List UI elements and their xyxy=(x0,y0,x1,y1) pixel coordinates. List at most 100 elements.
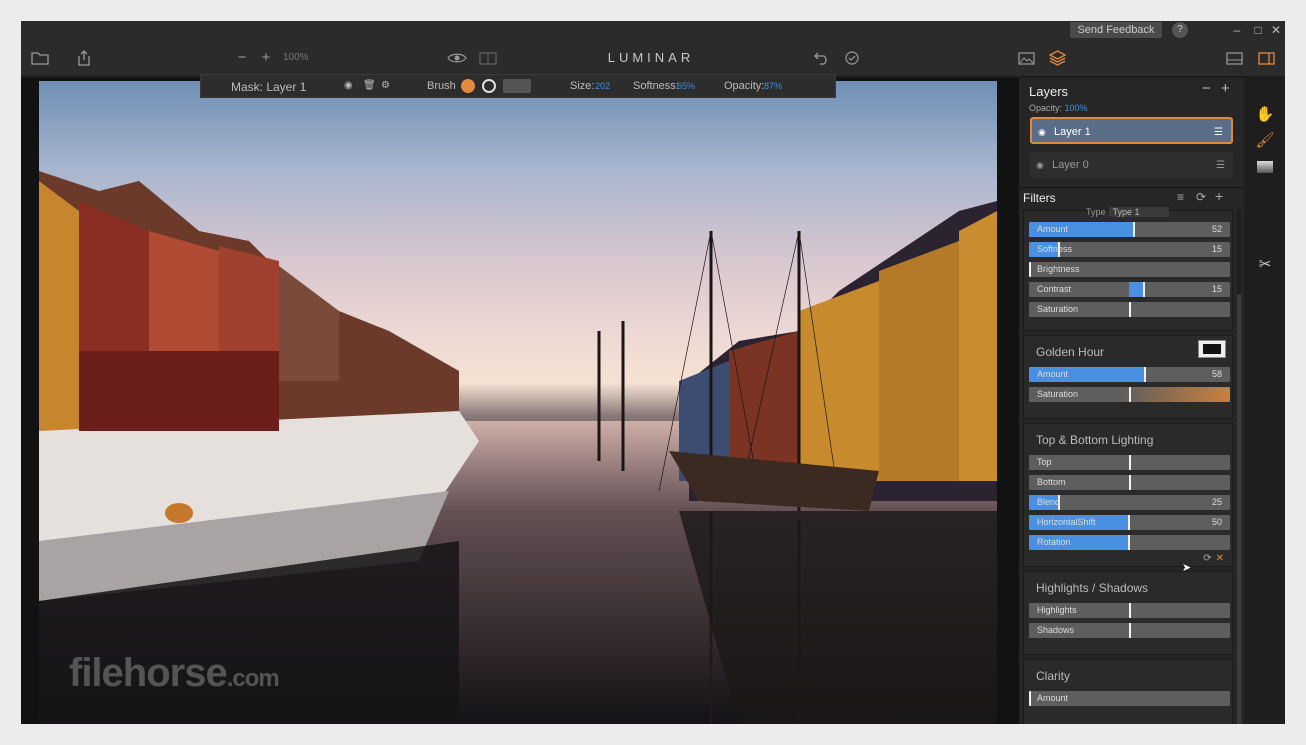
mask-toolbar: Mask: Layer 1 ◉ 🗑 ⚙ Brush Size: 202 Soft… xyxy=(200,74,836,98)
card-title: Clarity xyxy=(1036,669,1071,683)
card-title: Top & Bottom Lighting xyxy=(1036,433,1154,447)
filters-scrollbar[interactable] xyxy=(1237,210,1241,724)
slider-saturation[interactable]: Saturation xyxy=(1029,387,1230,402)
brush-toggle[interactable] xyxy=(503,79,531,93)
filter-card-golden-hour: Golden Hour Amount 58 Saturation xyxy=(1023,335,1233,419)
undo-icon[interactable] xyxy=(811,39,833,77)
zoom-out-button[interactable]: − xyxy=(233,39,251,77)
layer-item-layer-1[interactable]: ◉ Layer 1 ☰ xyxy=(1030,117,1233,144)
eye-icon[interactable]: ◉ xyxy=(1038,119,1046,146)
opacity-value[interactable]: 87% xyxy=(764,81,782,91)
help-button[interactable]: ? xyxy=(1172,22,1188,38)
layer-name: Layer 1 xyxy=(1054,126,1091,138)
eye-icon[interactable]: ◉ xyxy=(1036,152,1044,179)
refresh-icon[interactable]: ⟳ xyxy=(1196,190,1206,204)
type-label: Type xyxy=(1086,207,1106,217)
close-button[interactable]: ✕ xyxy=(1267,21,1285,39)
layers-title: Layers xyxy=(1029,84,1069,99)
softness-label: Softness: xyxy=(633,80,679,92)
maximize-button[interactable]: □ xyxy=(1249,21,1267,39)
filter-card-1: Type Type 1 Amount 52 Softness 15 Brightnes… xyxy=(1023,207,1233,331)
layer-opacity-label: Opacity: xyxy=(1029,103,1063,113)
slider-brightness[interactable]: Brightness xyxy=(1029,262,1230,277)
layers-section: Layers − + Opacity: 100% ◉ Layer 1 ☰ ◉ L… xyxy=(1019,78,1244,188)
compare-icon[interactable] xyxy=(477,39,499,77)
layer-opacity[interactable]: Opacity: 100% xyxy=(1029,103,1088,113)
slider-top[interactable]: Top xyxy=(1029,455,1230,470)
watermark-text: filehorse xyxy=(69,651,228,695)
adjust-icon[interactable]: ☰ xyxy=(1214,119,1223,146)
remove-filter-icon[interactable]: ✕ xyxy=(1216,553,1224,564)
luminar-window: Send Feedback ? – □ ✕ − + 100% LUMINAR f… xyxy=(21,21,1285,724)
share-icon[interactable] xyxy=(73,39,95,77)
opacity-label: Opacity: xyxy=(724,80,765,92)
zoom-level[interactable]: 100% xyxy=(283,39,309,77)
adjust-icon[interactable]: ☰ xyxy=(1216,152,1225,179)
slider-bottom[interactable]: Bottom xyxy=(1029,475,1230,490)
reset-filter-icon[interactable]: ⟳ xyxy=(1203,553,1211,564)
app-logo: LUMINAR xyxy=(607,50,695,65)
slider-amount[interactable]: Amount 58 xyxy=(1029,367,1230,382)
slider-highlights[interactable]: Highlights xyxy=(1029,603,1230,618)
slider-softness[interactable]: Softness 15 xyxy=(1029,242,1230,257)
card-title: Golden Hour xyxy=(1036,345,1105,359)
folder-icon[interactable] xyxy=(29,39,51,77)
golden-hour-thumbnail-icon[interactable] xyxy=(1198,340,1226,358)
filter-card-clarity: Clarity Amount xyxy=(1023,659,1233,724)
hand-icon[interactable]: ✋ xyxy=(1254,104,1276,126)
type-row[interactable]: Type Type 1 xyxy=(1086,207,1169,217)
remove-layer-button[interactable]: − xyxy=(1202,80,1211,97)
image-canvas[interactable]: filehorse.com Mask: Layer 1 ◉ 🗑 ⚙ Brush … xyxy=(21,74,1018,724)
slider-contrast[interactable]: Contrast 15 xyxy=(1029,282,1230,297)
paint-brush-mode-button[interactable] xyxy=(461,79,475,93)
photo[interactable]: filehorse.com xyxy=(39,81,997,724)
slider-rotation[interactable]: Rotation xyxy=(1029,535,1230,550)
layer-name: Layer 0 xyxy=(1052,159,1089,171)
main-toolbar: − + 100% LUMINAR xyxy=(21,39,1285,77)
image-icon[interactable] xyxy=(1015,39,1037,77)
layer-item-layer-0[interactable]: ◉ Layer 0 ☰ xyxy=(1030,152,1233,179)
brush-icon[interactable]: 🖌 xyxy=(1254,130,1276,152)
add-layer-button[interactable]: + xyxy=(1221,80,1230,97)
slider-amount[interactable]: Amount xyxy=(1029,691,1230,706)
card-title: Highlights / Shadows xyxy=(1036,581,1149,595)
zoom-in-button[interactable]: + xyxy=(257,39,275,77)
size-value[interactable]: 202 xyxy=(595,81,610,91)
slider-horizontal-shift[interactable]: HorizontalShift 50 xyxy=(1029,515,1230,530)
slider-shadows[interactable]: Shadows xyxy=(1029,623,1230,638)
size-label: Size: xyxy=(570,80,595,92)
slider-saturation[interactable]: Saturation xyxy=(1029,302,1230,317)
eye-icon[interactable] xyxy=(445,39,469,77)
panel-icon[interactable] xyxy=(1255,39,1277,77)
layers-icon[interactable] xyxy=(1046,39,1068,77)
slider-amount[interactable]: Amount 52 xyxy=(1029,222,1230,237)
filter-card-top-bottom-lighting: Top & Bottom Lighting Top Bottom Blend 25… xyxy=(1023,423,1233,574)
right-panel: Layers − + Opacity: 100% ◉ Layer 1 ☰ ◉ L… xyxy=(1018,78,1244,724)
send-feedback-button[interactable]: Send Feedback xyxy=(1070,22,1162,38)
erase-brush-mode-button[interactable] xyxy=(482,79,496,93)
scissors-icon[interactable]: ✂ xyxy=(1254,254,1276,276)
layer-opacity-value[interactable]: 100% xyxy=(1065,103,1088,113)
softness-value[interactable]: 65% xyxy=(677,81,695,91)
brush-label: Brush xyxy=(427,80,456,92)
title-bar: Send Feedback ? – □ ✕ xyxy=(21,21,1285,39)
mask-delete-icon[interactable]: 🗑 xyxy=(363,80,376,91)
mask-visibility-icon[interactable]: ◉ xyxy=(344,80,353,91)
mask-title: Mask: Layer 1 xyxy=(231,80,307,94)
card-tools: ⟳ ✕ xyxy=(1203,553,1224,564)
add-filter-button[interactable]: + xyxy=(1215,188,1223,204)
minimize-button[interactable]: – xyxy=(1228,21,1246,39)
type-select[interactable]: Type 1 xyxy=(1108,207,1169,217)
mask-settings-icon[interactable]: ⚙ xyxy=(381,80,390,91)
filter-card-highlights-shadows: Highlights / Shadows Highlights Shadows xyxy=(1023,571,1233,655)
gradient-icon[interactable] xyxy=(1254,156,1276,178)
filter-list-icon[interactable]: ≡ xyxy=(1177,190,1184,204)
scrollbar-thumb[interactable] xyxy=(1237,294,1241,724)
tool-rail: ✋ 🖌 ✂ xyxy=(1244,78,1285,724)
history-icon[interactable] xyxy=(841,39,863,77)
single-view-icon[interactable] xyxy=(1223,39,1245,77)
slider-blend[interactable]: Blend 25 xyxy=(1029,495,1230,510)
filters-title: Filters xyxy=(1023,191,1056,205)
watermark-logo: filehorse.com xyxy=(69,651,280,696)
watermark-suffix: .com xyxy=(226,665,280,692)
